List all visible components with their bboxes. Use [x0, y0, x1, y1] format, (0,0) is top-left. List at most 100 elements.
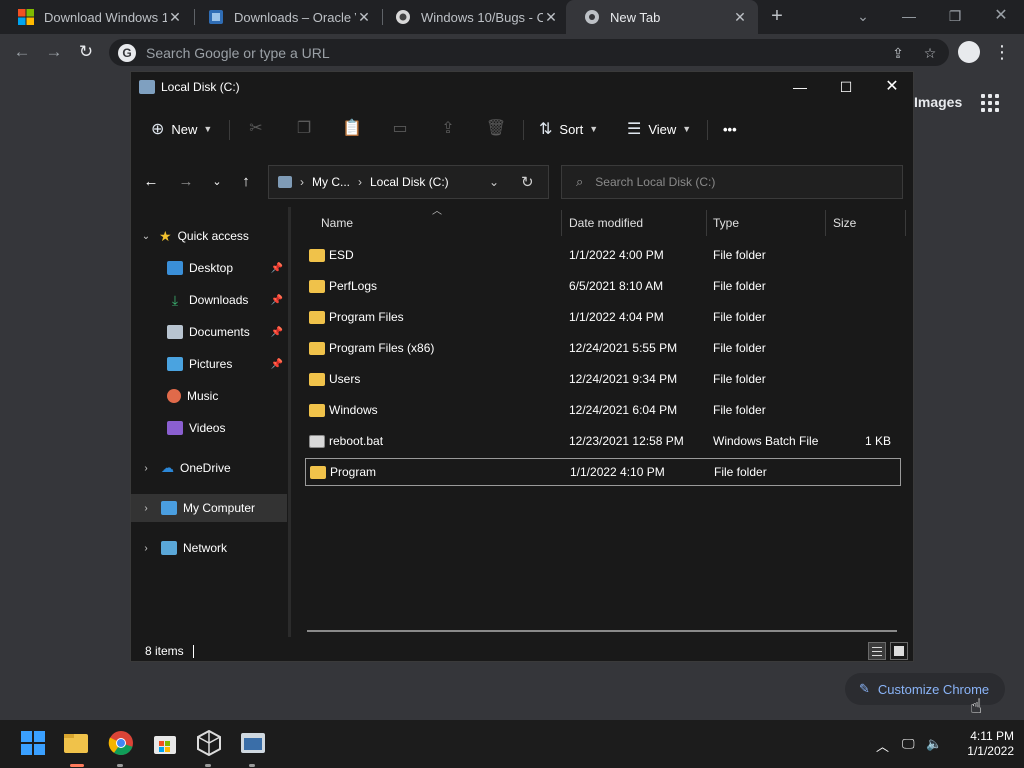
- up-arrow-icon[interactable]: ↑: [234, 170, 258, 194]
- nav-network[interactable]: › Network: [131, 534, 287, 562]
- details-view-icon[interactable]: [868, 642, 886, 660]
- chrome-icon[interactable]: [108, 730, 134, 756]
- file-explorer-icon[interactable]: [63, 730, 89, 756]
- status-divider: [193, 645, 194, 658]
- paste-icon[interactable]: 📋: [339, 116, 365, 142]
- file-type: File folder: [713, 341, 766, 355]
- close-icon[interactable]: ✕: [167, 9, 183, 26]
- virtualbox-icon[interactable]: [196, 730, 222, 756]
- tab-search-chevron-icon[interactable]: ⌄: [840, 0, 886, 34]
- close-icon[interactable]: ✕: [732, 9, 748, 26]
- new-tab-plus-icon[interactable]: +: [766, 6, 788, 28]
- column-name[interactable]: Name: [321, 208, 353, 238]
- breadcrumb-local-disk[interactable]: Local Disk (C:): [370, 175, 449, 189]
- sort-button[interactable]: ⇅ Sort ▼: [539, 116, 598, 142]
- nav-quick-access[interactable]: ⌄ ★ Quick access: [131, 222, 287, 250]
- network-monitor-icon[interactable]: 🖵: [902, 736, 915, 752]
- view-button[interactable]: ☰ View ▼: [627, 116, 691, 142]
- forward-arrow-icon[interactable]: →: [40, 38, 68, 66]
- expand-chevron-icon[interactable]: ⌄: [139, 231, 153, 242]
- search-box[interactable]: ⌕ Search Local Disk (C:): [561, 165, 903, 199]
- expand-chevron-icon[interactable]: ›: [139, 463, 153, 474]
- close-icon[interactable]: ✕: [543, 9, 559, 26]
- cut-icon[interactable]: ✂: [243, 116, 269, 142]
- tab-windows-10-bugs[interactable]: Windows 10/Bugs - Co ✕: [377, 0, 569, 34]
- nav-onedrive[interactable]: › ☁ OneDrive: [131, 454, 287, 482]
- file-date: 1/1/2022 4:04 PM: [569, 310, 664, 324]
- column-divider[interactable]: [706, 210, 707, 236]
- windows-start-icon[interactable]: [20, 730, 46, 756]
- back-arrow-icon[interactable]: ←: [139, 170, 163, 194]
- search-icon: ⌕: [576, 174, 584, 189]
- close-icon[interactable]: ✕: [356, 9, 372, 26]
- nav-videos[interactable]: Videos: [131, 414, 287, 442]
- nav-desktop[interactable]: Desktop 📌: [131, 254, 287, 282]
- file-type: File folder: [713, 279, 766, 293]
- recent-locations-chevron-icon[interactable]: ⌄: [205, 170, 229, 194]
- google-apps-icon[interactable]: [981, 94, 999, 112]
- tab-download-windows-10[interactable]: Download Windows 10 ✕: [0, 0, 193, 34]
- rename-icon[interactable]: ▭: [387, 116, 413, 142]
- more-options-icon[interactable]: •••: [723, 116, 737, 142]
- address-bar[interactable]: › My C... › Local Disk (C:) ⌄ ↻: [268, 165, 549, 199]
- column-divider[interactable]: [561, 210, 562, 236]
- profile-avatar-icon[interactable]: [958, 41, 980, 63]
- microsoft-store-icon[interactable]: [152, 730, 178, 756]
- expand-chevron-icon[interactable]: ›: [139, 503, 153, 514]
- ntp-images-link[interactable]: Images: [914, 94, 962, 110]
- omnibox[interactable]: G Search Google or type a URL ⇪ ☆: [109, 39, 949, 66]
- file-row-perflogs[interactable]: PerfLogs 6/5/2021 8:10 AM File folder: [305, 272, 901, 300]
- minimize-icon[interactable]: —: [886, 0, 932, 34]
- bookmark-star-icon[interactable]: ☆: [921, 44, 939, 62]
- pane-divider[interactable]: [288, 207, 291, 637]
- horizontal-scrollbar[interactable]: [307, 630, 897, 632]
- reload-icon[interactable]: ↻: [72, 38, 100, 66]
- tab-new-tab[interactable]: New Tab ✕: [566, 0, 758, 34]
- volume-icon[interactable]: 🔈: [926, 736, 942, 752]
- command-bar: ⊕ New ▼ ✂ ❐ 📋 ▭ ⇪ 🗑 ⇅ Sort ▼ ☰ View ▼ ••…: [131, 106, 913, 152]
- new-button[interactable]: ⊕ New ▼: [151, 116, 212, 142]
- restore-icon[interactable]: ❐: [932, 0, 978, 34]
- breadcrumb-my-computer[interactable]: My C...: [312, 175, 350, 189]
- nav-music[interactable]: Music: [131, 382, 287, 410]
- show-hidden-icons-chevron-icon[interactable]: ︿: [876, 736, 889, 755]
- column-divider[interactable]: [905, 210, 906, 236]
- back-arrow-icon[interactable]: ←: [8, 38, 36, 66]
- file-row-esd[interactable]: ESD 1/1/2022 4:00 PM File folder: [305, 241, 901, 269]
- refresh-icon[interactable]: ↻: [521, 173, 534, 191]
- tab-downloads-oracle[interactable]: Downloads – Oracle VI ✕: [190, 0, 382, 34]
- delete-icon[interactable]: 🗑: [483, 116, 509, 142]
- expand-chevron-icon[interactable]: ›: [139, 543, 153, 554]
- chrome-menu-icon[interactable]: ⋮: [992, 38, 1012, 66]
- file-row-program-files[interactable]: Program Files 1/1/2022 4:04 PM File fold…: [305, 303, 901, 331]
- clock[interactable]: 4:11 PM 1/1/2022: [950, 729, 1014, 759]
- column-divider[interactable]: [825, 210, 826, 236]
- navigation-pane: ⌄ ★ Quick access Desktop 📌 ⤓ Downloads 📌…: [131, 210, 288, 640]
- view-lines-icon: ☰: [627, 121, 642, 138]
- file-row-users[interactable]: Users 12/24/2021 9:34 PM File folder: [305, 365, 901, 393]
- share-icon[interactable]: ⇪: [889, 44, 907, 62]
- file-row-reboot-bat[interactable]: reboot.bat 12/23/2021 12:58 PM Windows B…: [305, 427, 901, 455]
- maximize-icon[interactable]: ☐: [823, 72, 869, 102]
- copy-icon[interactable]: ❐: [291, 116, 317, 142]
- column-date-modified[interactable]: Date modified: [569, 208, 643, 238]
- close-icon[interactable]: ✕: [869, 72, 915, 102]
- file-row-program[interactable]: Program 1/1/2022 4:10 PM File folder: [305, 458, 901, 486]
- tiles-view-icon[interactable]: [890, 642, 908, 660]
- column-type[interactable]: Type: [713, 208, 739, 238]
- nav-documents[interactable]: Documents 📌: [131, 318, 287, 346]
- file-row-program-files-x86[interactable]: Program Files (x86) 12/24/2021 5:55 PM F…: [305, 334, 901, 362]
- breadcrumb-separator-icon: ›: [358, 175, 362, 189]
- close-window-icon[interactable]: ✕: [978, 0, 1024, 34]
- nav-pictures[interactable]: Pictures 📌: [131, 350, 287, 378]
- explorer-title-bar[interactable]: Local Disk (C:) — ☐ ✕: [131, 72, 913, 102]
- nav-downloads[interactable]: ⤓ Downloads 📌: [131, 286, 287, 314]
- file-row-windows[interactable]: Windows 12/24/2021 6:04 PM File folder: [305, 396, 901, 424]
- address-dropdown-icon[interactable]: ⌄: [489, 175, 499, 189]
- forward-arrow-icon[interactable]: →: [174, 170, 198, 194]
- nav-my-computer[interactable]: › My Computer: [131, 494, 287, 522]
- column-size[interactable]: Size: [833, 208, 856, 238]
- share-icon[interactable]: ⇪: [435, 116, 461, 142]
- system-tool-icon[interactable]: [240, 730, 266, 756]
- minimize-icon[interactable]: —: [777, 72, 823, 102]
